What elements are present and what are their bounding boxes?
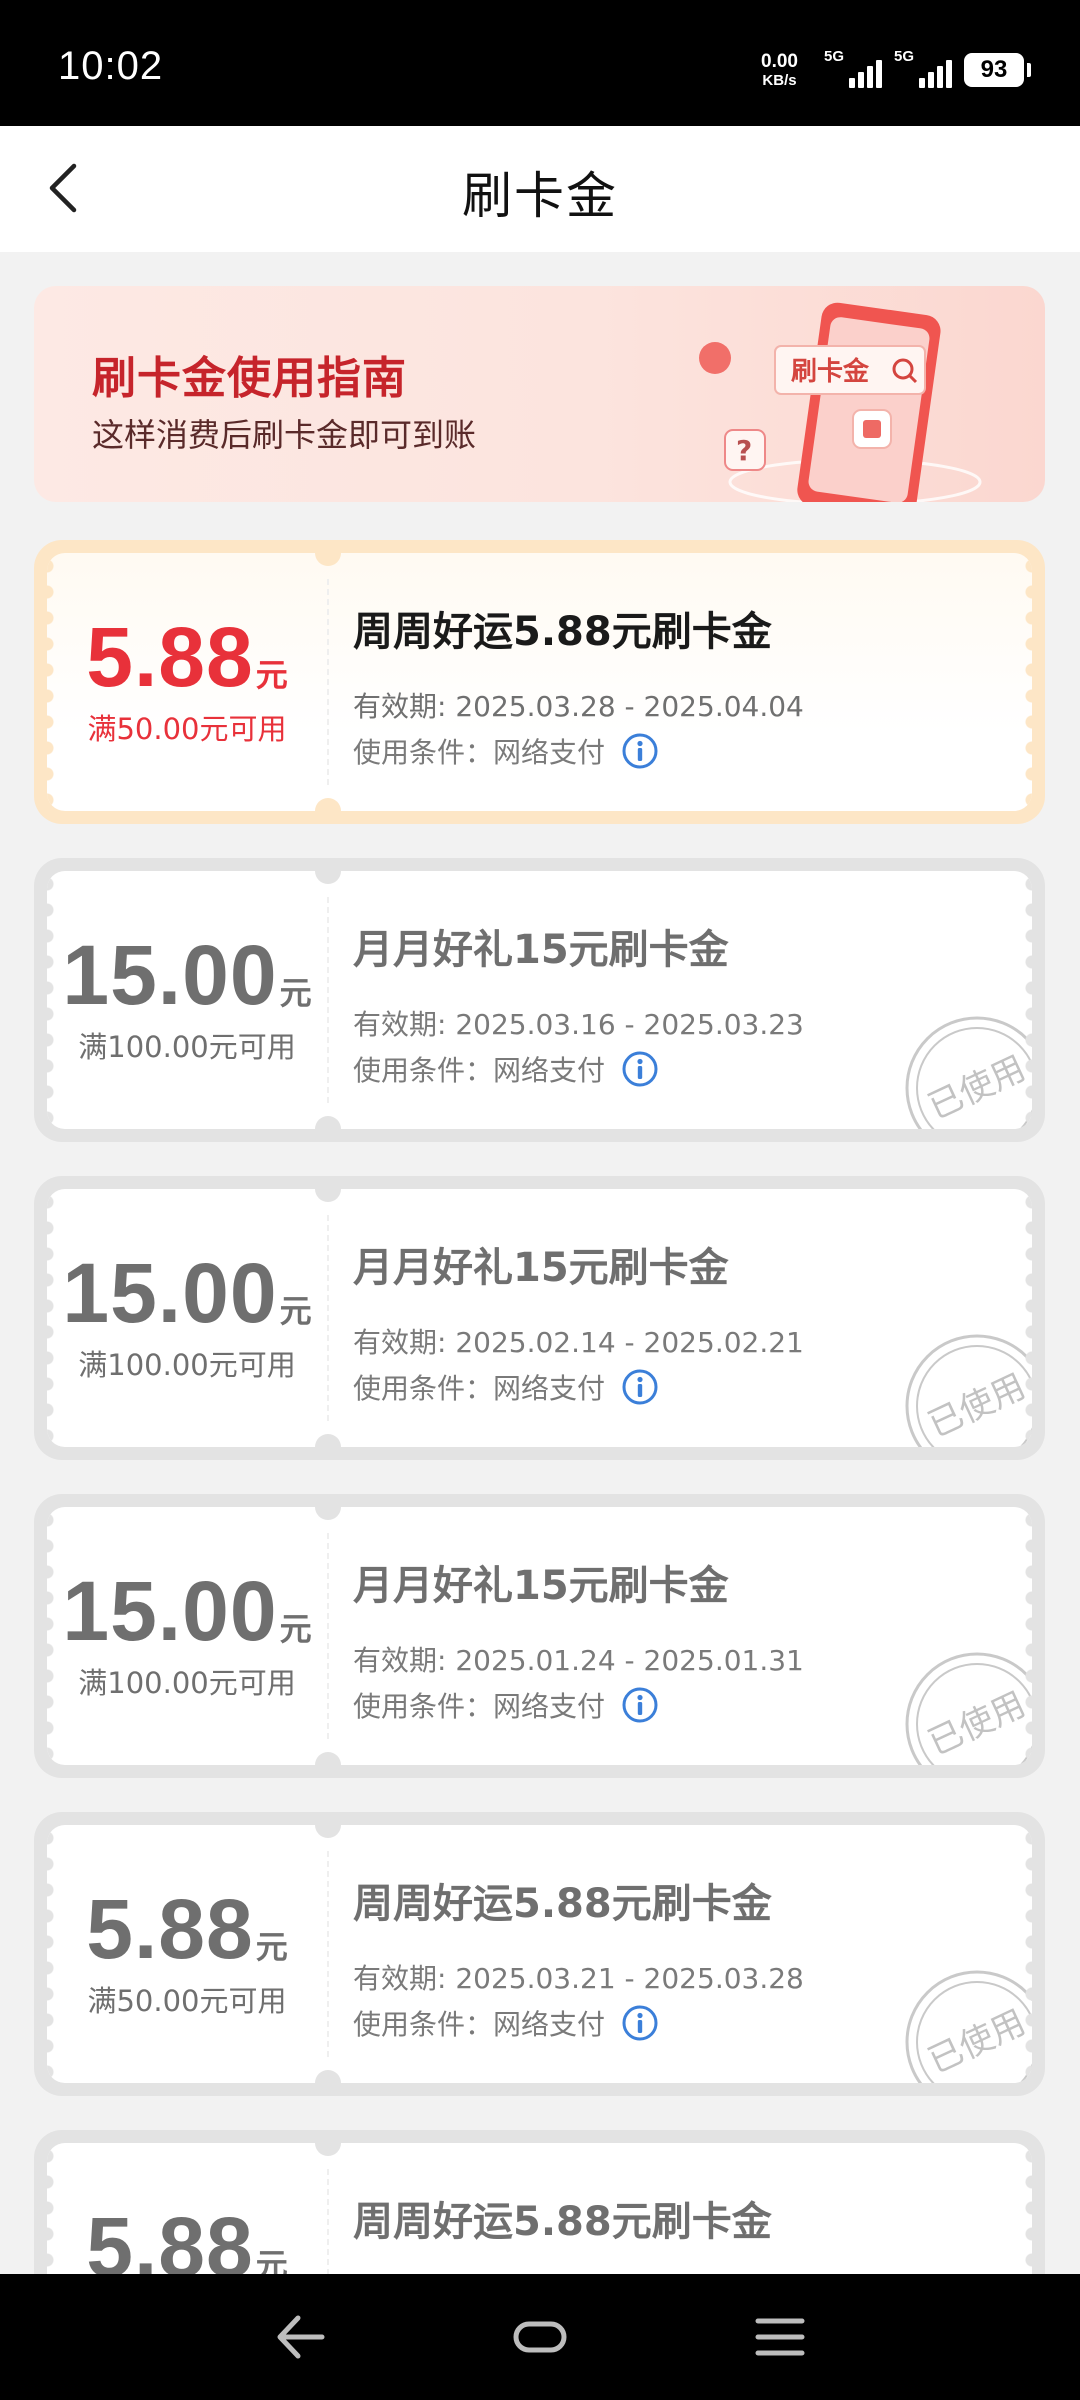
coupon-condition-text: 使用条件：网络支付 [353,1054,606,1087]
coupon-amount: 15.00元 [62,928,312,1022]
coupon-condition: 使用条件：网络支付 [353,1685,992,1725]
system-nav-bar [0,2274,1080,2400]
coupon-card[interactable]: 15.00元 满100.00元可用 月月好礼15元刷卡金 有效期: 2025.0… [34,1494,1045,1778]
coupon-min-spend: 满50.00元可用 [87,712,287,746]
used-stamp-icon: 已使用 [905,1334,1032,1447]
coupon-condition-text: 使用条件：网络支付 [353,1690,606,1723]
used-stamp-text: 已使用 [922,2002,1031,2081]
phone-illustration-icon: 刷卡金 ? [699,302,982,502]
coupon-min-spend: 满100.00元可用 [78,1348,296,1382]
battery-icon: 93 [964,53,1031,87]
coupon-amount-box: 15.00元 满100.00元可用 [47,927,327,1066]
coupon-card[interactable]: 15.00元 满100.00元可用 月月好礼15元刷卡金 有效期: 2025.0… [34,1176,1045,1460]
coupon-title: 周周好运5.88元刷卡金 [353,1881,772,1927]
coupon-condition: 使用条件：网络支付 [353,1367,992,1407]
coupon-amount-box: 5.88元 满50.00元可用 [47,609,327,748]
coupon-validity: 有效期: 2025.03.16 - 2025.03.23 [353,1008,804,1041]
used-stamp-text: 已使用 [922,1684,1031,1763]
coupon-card[interactable]: 5.88元 满50.00元可用 周周好运5.88元刷卡金 有效期: 2025.0… [34,1812,1045,2096]
status-time: 10:02 [58,44,164,88]
page-title: 刷卡金 [462,167,618,225]
used-stamp-text: 已使用 [922,1048,1031,1127]
sim2-signal-icon: 5G [894,48,952,90]
app-header: 刷卡金 [0,126,1080,252]
used-stamp-text: 已使用 [922,1366,1031,1445]
nav-back-icon[interactable] [272,2312,328,2362]
coupon-min-spend: 满100.00元可用 [78,1030,296,1064]
status-bar: 10:02 0.00 KB/s 5G 5G 93 [0,0,1080,126]
coupon-min-spend: 满50.00元可用 [87,1984,287,2018]
coupon-validity: 有效期: 2025.02.14 - 2025.02.21 [353,1326,804,1359]
coupon-validity: 有效期: 2025.03.28 - 2025.04.04 [353,690,804,723]
coupon-validity: 有效期: 2025.01.24 - 2025.01.31 [353,1644,804,1677]
coupon-condition-text: 使用条件：网络支付 [353,736,606,769]
coupon-amount: 5.88元 [86,1882,288,1976]
coupon-condition-text: 使用条件：网络支付 [353,1372,606,1405]
coupon-min-spend: 满100.00元可用 [78,1666,296,1700]
coupon-title: 月月好礼15元刷卡金 [353,1245,729,1291]
network-speed: 0.00 KB/s [761,52,798,88]
sim1-label: 5G [824,48,845,65]
coupon-validity: 有效期: 2025.03.21 - 2025.03.28 [353,1962,804,1995]
coupon-amount-box: 5.88元 满50.00元可用 [47,1881,327,2020]
used-stamp-icon: 已使用 [905,1970,1032,2083]
used-stamp-icon: 已使用 [905,1652,1032,1765]
sim2-label: 5G [894,48,915,65]
coupon-condition: 使用条件：网络支付 [353,1049,992,1089]
banner-art-search-text: 刷卡金 [791,356,870,387]
nav-menu-icon[interactable] [752,2312,808,2362]
nav-home-icon[interactable] [512,2312,568,2362]
banner-title: 刷卡金使用指南 [92,353,407,404]
network-speed-unit: KB/s [762,72,797,89]
usage-guide-banner[interactable]: 刷卡金使用指南 这样消费后刷卡金即可到账 刷卡金 ? [34,286,1045,502]
banner-art-question-mark: ? [736,434,752,467]
coupon-condition: 使用条件：网络支付 [353,731,992,771]
network-speed-value: 0.00 [761,51,798,72]
info-icon[interactable] [621,1050,659,1088]
coupon-amount: 15.00元 [62,1246,312,1340]
status-icons: 0.00 KB/s 5G 5G 93 [761,48,1031,90]
info-icon[interactable] [621,2004,659,2042]
sim1-signal-icon: 5G [824,48,882,90]
coupon-title: 周周好运5.88元刷卡金 [353,609,772,655]
info-icon[interactable] [621,732,659,770]
coupon-amount-box: 15.00元 满100.00元可用 [47,1563,327,1702]
used-stamp-icon: 已使用 [905,1016,1032,1129]
info-icon[interactable] [621,1686,659,1724]
coupon-card[interactable]: 15.00元 满100.00元可用 月月好礼15元刷卡金 有效期: 2025.0… [34,858,1045,1142]
coupon-title: 周周好运5.88元刷卡金 [353,2199,772,2245]
banner-subtitle: 这样消费后刷卡金即可到账 [92,416,477,454]
coupon-amount: 5.88元 [86,610,288,704]
coupon-card[interactable]: 5.88元 满50.00元可用 周周好运5.88元刷卡金 有效期: 2025.0… [34,540,1045,824]
coupon-condition: 使用条件：网络支付 [353,2003,992,2043]
coupon-amount-box: 15.00元 满100.00元可用 [47,1245,327,1384]
coupon-title: 月月好礼15元刷卡金 [353,927,729,973]
coupon-title: 月月好礼15元刷卡金 [353,1563,729,1609]
coupon-amount: 15.00元 [62,1564,312,1658]
coupon-condition-text: 使用条件：网络支付 [353,2008,606,2041]
info-icon[interactable] [621,1368,659,1406]
